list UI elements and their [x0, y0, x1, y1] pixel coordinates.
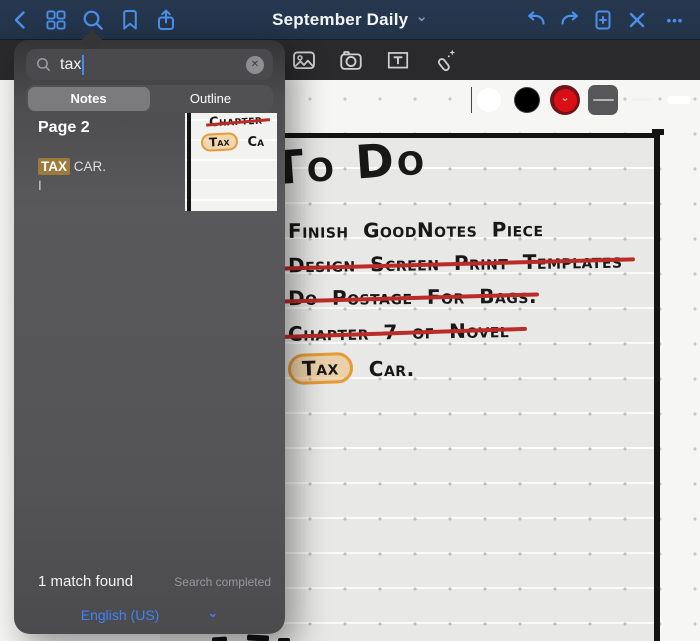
add-page-icon[interactable]	[591, 8, 615, 32]
color-red-selected-button[interactable]: ⌄	[550, 85, 580, 115]
close-icon[interactable]	[625, 8, 649, 32]
search-footer: 1 match found Search completed	[14, 573, 285, 590]
camera-icon[interactable]	[338, 47, 364, 73]
thumb-crossed-word: Chapter	[206, 113, 271, 130]
todo-item: Tax Car.	[287, 351, 415, 386]
search-status: Search completed	[174, 575, 271, 589]
chevron-down-icon: ⌄	[415, 8, 428, 25]
language-selector[interactable]: English (US) ⌄	[14, 602, 285, 628]
text-cursor	[82, 54, 85, 75]
todo-item: Chapter 7 of Novel	[288, 318, 510, 346]
todo-item-text: Chapter 7 of Novel	[287, 318, 510, 346]
top-toolbar: September Daily ⌄ •••	[0, 0, 700, 40]
laser-pointer-icon[interactable]	[433, 47, 459, 73]
color-white-button[interactable]	[477, 88, 501, 112]
stroke-thick-button[interactable]	[667, 96, 691, 104]
search-input[interactable]: tax ✕	[26, 49, 273, 80]
stroke-thin-selected-button[interactable]	[588, 85, 618, 115]
match-count: 1 match found	[38, 573, 134, 590]
result-page-label: Page 2	[38, 119, 90, 136]
search-query-text: tax	[60, 55, 82, 73]
search-result-snippet[interactable]: TAX CAR. I	[38, 158, 107, 193]
box-corner-stroke	[652, 129, 664, 135]
snippet-rest: CAR.	[70, 159, 107, 174]
thin-stroke-preview	[592, 98, 614, 102]
undo-icon[interactable]	[524, 8, 548, 32]
todo-item: Design Screen Print Templates	[288, 249, 623, 278]
insert-image-icon[interactable]	[291, 47, 317, 73]
search-scope-tabs: Notes Outline	[26, 85, 273, 112]
language-label: English (US)	[80, 607, 160, 623]
red-pen-swatch: ⌄	[553, 88, 577, 112]
toolbar-divider	[471, 87, 472, 113]
todo-item-text: Design Screen Print Templates	[287, 248, 623, 278]
color-black-button[interactable]	[515, 88, 539, 112]
tab-notes[interactable]: Notes	[27, 86, 150, 111]
snippet-match-highlight: TAX	[38, 158, 70, 175]
text-box-icon[interactable]	[385, 47, 411, 73]
stroke-medium-button[interactable]	[632, 98, 653, 101]
search-popover: tax ✕ Notes Outline Page 2 Chapter Tax C…	[14, 29, 285, 634]
result-page-thumbnail[interactable]: Chapter Tax Ca	[185, 113, 277, 211]
goodnotes-app: To Do Finish GoodNotes Piece Design Scre…	[0, 0, 700, 641]
todo-item-text: Do Postage For Bags.	[287, 283, 538, 311]
todo-item: Do Postage For Bags.	[288, 284, 537, 310]
thumb-highlighted-tax: Tax	[200, 132, 238, 152]
tab-outline[interactable]: Outline	[150, 87, 272, 111]
highlighted-word-tax: Tax	[287, 351, 354, 386]
redo-icon[interactable]	[558, 8, 582, 32]
todo-item: Finish GoodNotes Piece	[288, 217, 544, 243]
handwritten-title: To Do	[270, 130, 429, 196]
more-options-icon[interactable]: •••	[659, 8, 691, 32]
snippet-second-line: I	[38, 178, 42, 193]
todo-item-text: Finish GoodNotes Piece	[287, 217, 544, 243]
thumb-partial-word: Ca	[247, 134, 265, 150]
todo-item-text: Car.	[368, 356, 415, 381]
chevron-down-icon: ⌄	[207, 605, 219, 620]
clear-search-icon[interactable]: ✕	[246, 55, 264, 74]
document-title-text: September Daily	[272, 10, 409, 29]
chevron-down-icon: ⌄	[560, 92, 570, 104]
thumb-row: Tax Ca	[200, 132, 265, 152]
search-field-magnifier-icon	[36, 57, 51, 72]
